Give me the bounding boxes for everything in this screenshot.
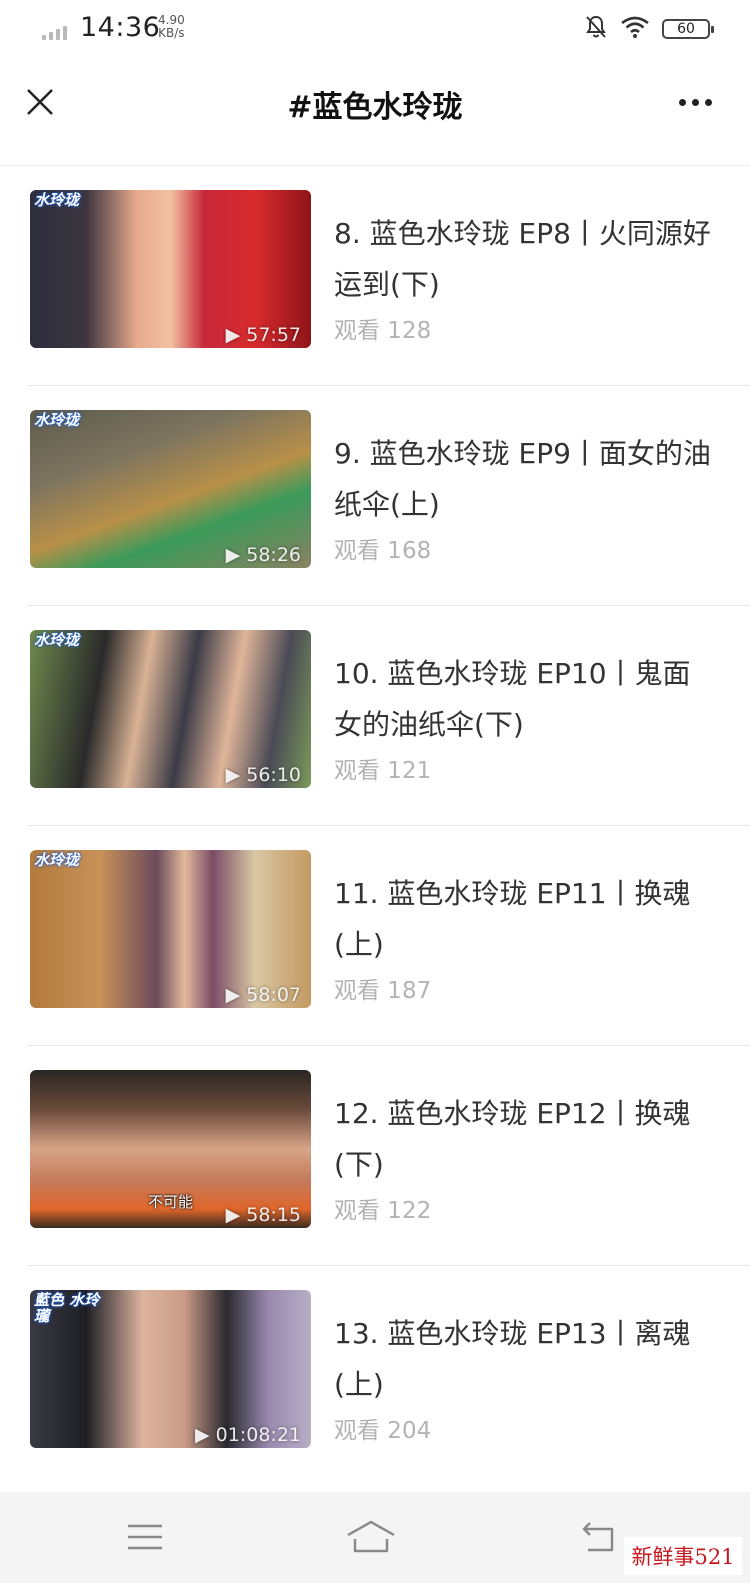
back-icon [582,1522,614,1552]
wifi-icon [620,15,650,43]
video-thumbnail[interactable]: 藍色 水玲瓏 ▶ 01:08:21 [30,1290,311,1448]
watermark: 新鲜事521 [624,1537,742,1575]
video-thumbnail[interactable]: 水玲珑 ▶ 58:07 [30,850,311,1008]
page-title: #蓝色水玲珑 [287,90,463,125]
battery-icon: 60 [662,19,714,39]
video-thumbnail[interactable]: 水玲珑 ▶ 57:57 [30,190,311,348]
video-thumbnail[interactable]: 不可能 ▶ 58:15 [30,1070,311,1228]
video-duration: ▶ 56:10 [225,764,301,786]
thumbnail-logo: 水玲珑 [34,411,80,429]
nav-bar: #蓝色水玲珑 [0,62,750,146]
mute-bell-icon [584,14,608,44]
more-button[interactable] [670,84,720,120]
view-count: 观看 121 [334,758,432,784]
video-title[interactable]: 11. 蓝色水玲珑 EP11丨换魂(上) [334,868,714,970]
video-duration: ▶ 58:15 [225,1204,301,1226]
network-speed-unit: KB/s [158,26,185,40]
status-icons: 60 [584,14,714,44]
menu-button[interactable] [115,1512,175,1562]
video-item[interactable]: 不可能 ▶ 58:15 12. 蓝色水玲珑 EP12丨换魂(下) 观看 122 [0,1046,750,1266]
video-title[interactable]: 10. 蓝色水玲珑 EP10丨鬼面女的油纸伞(下) [334,648,714,750]
video-title[interactable]: 9. 蓝色水玲珑 EP9丨面女的油纸伞(上) [334,428,714,530]
video-thumbnail[interactable]: 水玲珑 ▶ 56:10 [30,630,311,788]
video-thumbnail[interactable]: 水玲珑 ▶ 58:26 [30,410,311,568]
home-icon [347,1520,395,1553]
video-duration: ▶ 58:26 [225,544,301,566]
view-count: 观看 128 [334,318,432,344]
signal-icon [42,24,67,40]
back-button[interactable] [568,1512,628,1562]
thumbnail-logo: 水玲珑 [34,191,80,209]
video-item[interactable]: 水玲珑 ▶ 57:57 8. 蓝色水玲珑 EP8丨火同源好运到(下) 观看 12… [0,166,750,386]
thumbnail-logo: 藍色 水玲瓏 [34,1291,100,1325]
status-time: 14:36 [80,12,161,43]
home-button[interactable] [341,1512,401,1562]
video-title[interactable]: 12. 蓝色水玲珑 EP12丨换魂(下) [334,1088,714,1190]
video-duration: ▶ 57:57 [225,324,301,346]
network-speed: 4.90 KB/s [158,14,185,40]
video-duration: ▶ 01:08:21 [195,1424,301,1446]
video-item[interactable]: 水玲珑 ▶ 58:07 11. 蓝色水玲珑 EP11丨换魂(上) 观看 187 [0,826,750,1046]
view-count: 观看 204 [334,1418,432,1444]
more-icon [678,98,686,106]
video-duration: ▶ 58:07 [225,984,301,1006]
video-list: 水玲珑 ▶ 57:57 8. 蓝色水玲珑 EP8丨火同源好运到(下) 观看 12… [0,166,750,1486]
video-title[interactable]: 13. 蓝色水玲珑 EP13丨离魂(上) [334,1308,714,1410]
view-count: 观看 187 [334,978,432,1004]
view-count: 观看 122 [334,1198,432,1224]
view-count: 观看 168 [334,538,432,564]
status-bar: 14:36 4.90 KB/s 60 [0,0,750,62]
video-title[interactable]: 8. 蓝色水玲珑 EP8丨火同源好运到(下) [334,208,714,310]
menu-icon [128,1524,162,1550]
video-item[interactable]: 藍色 水玲瓏 ▶ 01:08:21 13. 蓝色水玲珑 EP13丨离魂(上) 观… [0,1266,750,1486]
thumbnail-logo: 水玲珑 [34,851,80,869]
video-item[interactable]: 水玲珑 ▶ 56:10 10. 蓝色水玲珑 EP10丨鬼面女的油纸伞(下) 观看… [0,606,750,826]
thumbnail-logo: 水玲珑 [34,631,80,649]
video-item[interactable]: 水玲珑 ▶ 58:26 9. 蓝色水玲珑 EP9丨面女的油纸伞(上) 观看 16… [0,386,750,606]
